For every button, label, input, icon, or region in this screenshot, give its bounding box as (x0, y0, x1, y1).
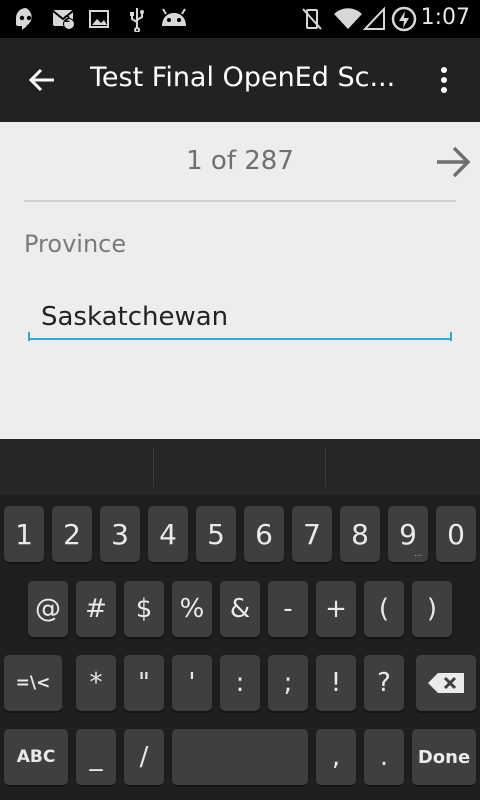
province-label: Province (24, 230, 127, 258)
key-label: ' (188, 668, 196, 698)
arrow-back-icon (28, 68, 54, 92)
divider (24, 200, 456, 202)
key-dollar[interactable]: $ (124, 581, 164, 637)
key-label: ! (330, 668, 342, 698)
done-key[interactable]: Done (412, 729, 476, 785)
keyboard: 1 2 3 4 5 6 7 8 9... 0 @ # $% & - +() =\< * " ':;!? ABC _ /,. D… (0, 439, 480, 800)
key-label: ABC (16, 747, 56, 767)
key-label: 3 (111, 517, 129, 551)
key-ampersand[interactable]: & (220, 581, 260, 637)
key-period[interactable]: . (364, 729, 404, 785)
more-vert-icon (441, 67, 447, 93)
android-debug-icon (158, 6, 190, 32)
key-label: & (229, 594, 251, 624)
clock: 1:07 (420, 5, 470, 30)
hangouts-icon (12, 6, 40, 32)
key-label: - (283, 594, 293, 624)
key-abc[interactable]: ABC (4, 729, 68, 785)
key-label: ) (426, 594, 438, 624)
key-exclamation[interactable]: ! (316, 655, 356, 711)
key-2[interactable]: 2 (52, 506, 92, 562)
key-double-quote[interactable]: " (124, 655, 164, 711)
space-key[interactable] (172, 729, 308, 785)
back-button[interactable] (20, 58, 64, 102)
wifi-icon (332, 6, 364, 32)
key-minus[interactable]: - (268, 581, 308, 637)
key-close-paren[interactable]: ) (412, 581, 452, 637)
key-question[interactable]: ? (364, 655, 404, 711)
next-button[interactable] (430, 142, 476, 182)
key-label: Done (417, 746, 471, 768)
key-label: ( (378, 594, 390, 624)
suggestion-strip (0, 439, 480, 495)
key-asterisk[interactable]: * (76, 655, 116, 711)
form-content: 1 of 287 Province (0, 122, 480, 439)
key-plus[interactable]: + (316, 581, 356, 637)
image-icon (86, 6, 112, 32)
overflow-menu-button[interactable] (424, 58, 464, 102)
key-hash[interactable]: # (76, 581, 116, 637)
status-bar: 2 1:07 (0, 0, 480, 38)
province-input[interactable] (28, 296, 452, 340)
backspace-icon (428, 673, 464, 693)
key-comma[interactable]: , (316, 729, 356, 785)
vibrate-off-icon (298, 6, 326, 32)
key-label: =\< (15, 673, 51, 693)
key-label: : (235, 668, 245, 698)
key-label: + (325, 594, 347, 624)
page-title: Test Final OpenEd Sc... (90, 62, 396, 93)
gmail-notification-icon: 2 (50, 6, 78, 32)
key-3[interactable]: 3 (100, 506, 140, 562)
suggestion-divider (325, 447, 326, 487)
suggestion-divider (153, 447, 154, 487)
key-colon[interactable]: : (220, 655, 260, 711)
key-label: 0 (447, 517, 465, 551)
question-counter: 1 of 287 (186, 146, 294, 176)
key-8[interactable]: 8 (340, 506, 380, 562)
key-label: @ (35, 594, 61, 624)
key-9[interactable]: 9... (388, 506, 428, 562)
key-label: % (179, 594, 205, 624)
app-bar: Test Final OpenEd Sc... (0, 38, 480, 122)
key-label: 8 (351, 517, 369, 551)
key-label: / (139, 742, 149, 772)
key-4[interactable]: 4 (148, 506, 188, 562)
no-signal-icon (362, 6, 386, 32)
key-hint-dots: ... (414, 549, 422, 558)
key-6[interactable]: 6 (244, 506, 284, 562)
key-label: * (89, 668, 103, 698)
key-label: 2 (63, 517, 81, 551)
key-5[interactable]: 5 (196, 506, 236, 562)
key-percent[interactable]: % (172, 581, 212, 637)
key-label: . (379, 742, 389, 772)
battery-charging-icon (390, 6, 418, 32)
usb-icon (124, 6, 150, 32)
key-single-quote[interactable]: ' (172, 655, 212, 711)
key-label: $ (135, 594, 153, 624)
arrow-forward-icon (437, 146, 471, 178)
key-label: 6 (255, 517, 273, 551)
notification-badge: 2 (64, 15, 71, 25)
delete-key[interactable] (416, 655, 476, 711)
key-more-symbols[interactable]: =\< (4, 655, 62, 711)
key-label: " (138, 668, 150, 698)
key-label: ; (283, 668, 293, 698)
key-at[interactable]: @ (28, 581, 68, 637)
key-label: 1 (15, 517, 33, 551)
key-underscore[interactable]: _ (76, 729, 116, 785)
key-0[interactable]: 0 (436, 506, 476, 562)
key-7[interactable]: 7 (292, 506, 332, 562)
key-open-paren[interactable]: ( (364, 581, 404, 637)
key-label: ? (377, 668, 391, 698)
key-label: 5 (207, 517, 225, 551)
key-label: _ (89, 742, 103, 772)
key-label: , (331, 742, 341, 772)
key-1[interactable]: 1 (4, 506, 44, 562)
key-slash[interactable]: / (124, 729, 164, 785)
key-label: # (85, 594, 107, 624)
key-label: 9 (399, 517, 417, 551)
key-label: 4 (159, 517, 177, 551)
key-semicolon[interactable]: ; (268, 655, 308, 711)
key-label: 7 (303, 517, 321, 551)
